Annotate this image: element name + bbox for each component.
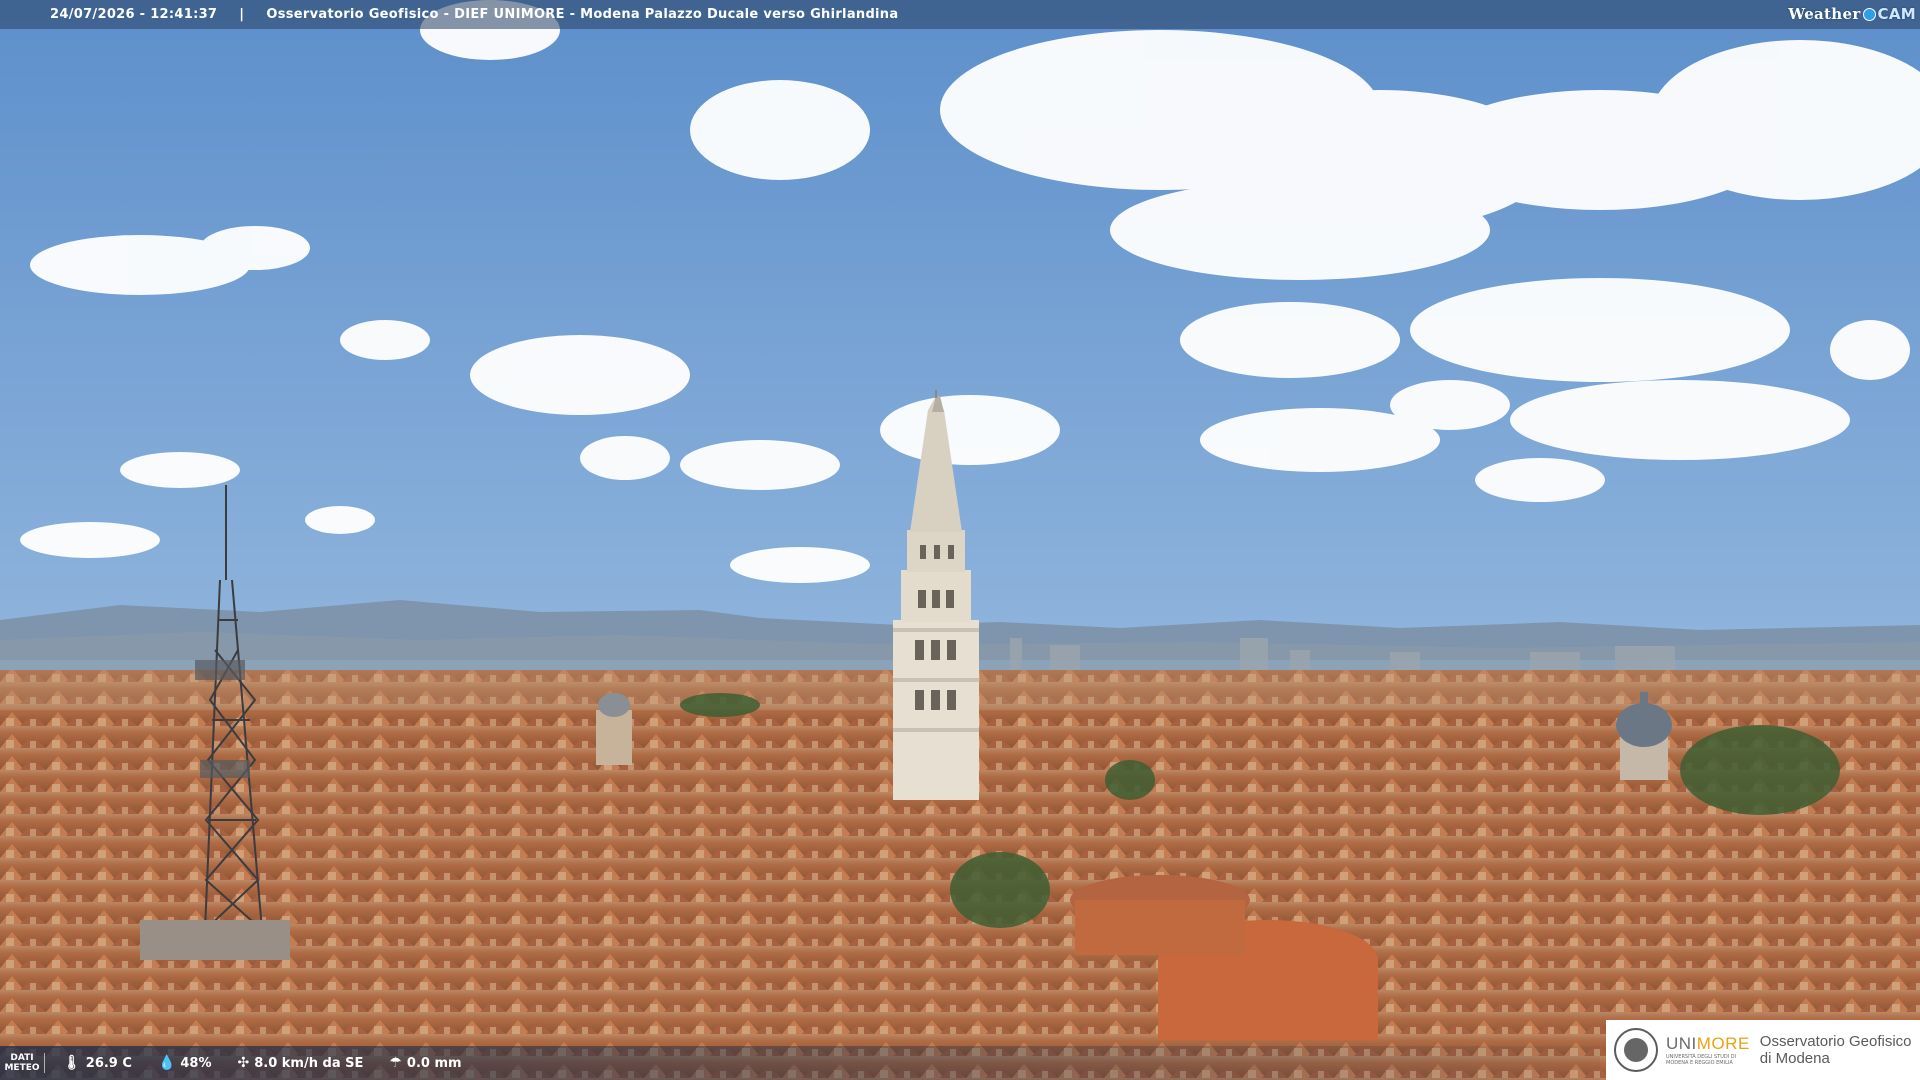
umbrella-icon: ☂: [389, 1055, 402, 1071]
wind-value: 8.0 km/h da SE: [254, 1055, 364, 1071]
weathercam-logo-weather: Weather: [1788, 5, 1861, 23]
timestamp: 24/07/2026 - 12:41:37: [50, 7, 218, 22]
observatory-name-line1: Osservatorio Geofisico: [1759, 1033, 1912, 1050]
webcam-view: 24/07/2026 - 12:41:37 | Osservatorio Geo…: [0, 0, 1920, 1080]
temperature-reading: 🌡 26.9 C: [63, 1055, 132, 1071]
meteo-data-label: DATI METEO: [0, 1053, 45, 1073]
meteo-label-line2: METEO: [4, 1063, 40, 1073]
observatory-name: Osservatorio Geofisico di Modena: [1760, 1033, 1912, 1067]
humidity-value: 48%: [180, 1055, 212, 1071]
unimore-name-more: MORE: [1696, 1034, 1750, 1053]
weather-data-bar: DATI METEO 🌡 26.9 C 💧 48% ✣ 8.0 km/h da …: [0, 1046, 1600, 1080]
thermometer-icon: 🌡: [63, 1055, 81, 1071]
info-header-bar: 24/07/2026 - 12:41:37 | Osservatorio Geo…: [0, 0, 1920, 29]
windmill-icon: ✣: [237, 1055, 250, 1071]
header-separator: |: [239, 7, 245, 22]
university-seal-icon: [1614, 1028, 1658, 1072]
unimore-logo-panel: UNIMORE UNIVERSITÀ DEGLI STUDI DI MODENA…: [1606, 1020, 1920, 1080]
meteo-label-line1: DATI: [10, 1053, 34, 1063]
rain-value: 0.0 mm: [406, 1055, 462, 1071]
city-panorama-image: [0, 0, 1920, 1080]
weathercam-logo-dot-icon: [1862, 7, 1876, 21]
observatory-name-line2: di Modena: [1759, 1050, 1830, 1067]
unimore-wordmark: UNIMORE UNIVERSITÀ DEGLI STUDI DI MODENA…: [1666, 1034, 1750, 1066]
weathercam-logo-cam: CAM: [1877, 5, 1916, 23]
droplet-icon: 💧: [157, 1055, 176, 1071]
weathercam-logo: Weather CAM: [1788, 3, 1916, 25]
humidity-reading: 💧 48%: [158, 1055, 212, 1071]
rain-reading: ☂ 0.0 mm: [389, 1055, 461, 1071]
seal-emblem: [1624, 1038, 1648, 1062]
unimore-name-uni: UNI: [1666, 1034, 1697, 1053]
camera-title: Osservatorio Geofisico - DIEF UNIMORE - …: [266, 7, 899, 22]
unimore-name: UNIMORE: [1666, 1034, 1750, 1054]
wind-reading: ✣ 8.0 km/h da SE: [238, 1055, 364, 1071]
temperature-value: 26.9 C: [85, 1055, 132, 1071]
unimore-subline-2: MODENA E REGGIO EMILIA: [1666, 1060, 1733, 1066]
